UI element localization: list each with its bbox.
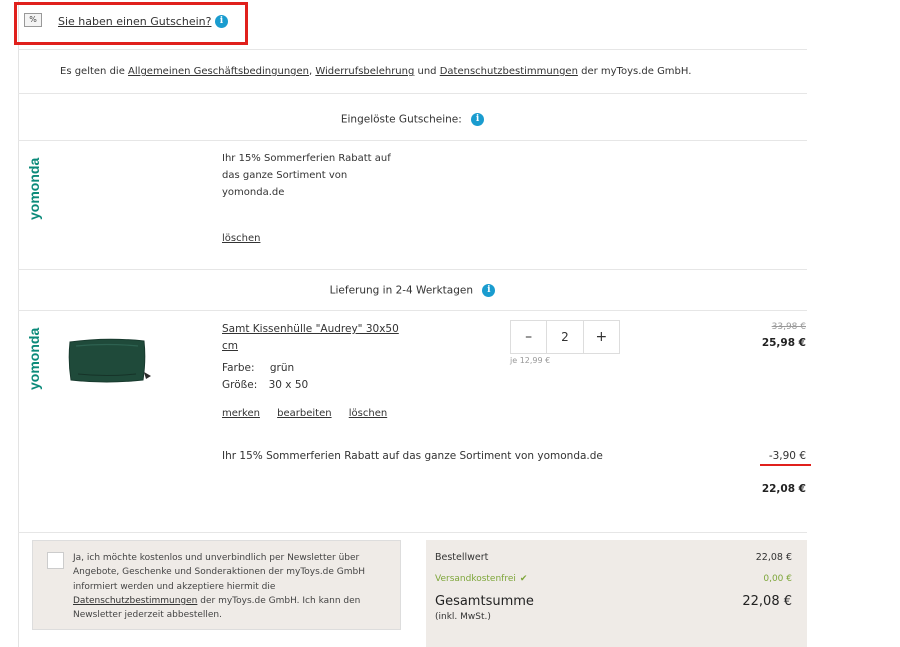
redeemed-title-text: Eingelöste Gutscheine:	[340, 113, 462, 126]
product-color: Farbe: grün	[222, 362, 294, 374]
color-label: Farbe:	[222, 362, 255, 374]
svg-text:yomonda: yomonda	[26, 158, 42, 220]
vat-note: (inkl. MwSt.)	[435, 612, 491, 622]
delivery-title-text: Lieferung in 2-4 Werktagen	[329, 284, 474, 297]
discount-description: Ihr 15% Sommerferien Rabatt auf das ganz…	[222, 450, 603, 462]
newsletter-optin: Ja, ich möchte kostenlos und unverbindli…	[32, 540, 401, 630]
shipping-value: 0,00 €	[763, 574, 792, 584]
checkmark-icon: ✔	[519, 574, 528, 584]
brand-logo-yomonda: yomonda	[22, 322, 46, 392]
delete-voucher-link[interactable]: löschen	[222, 233, 260, 244]
divider	[18, 532, 807, 533]
quantity-stepper: – 2 +	[510, 320, 620, 354]
widerruf-link[interactable]: Widerrufsbelehrung	[315, 66, 414, 77]
redeemed-vouchers-title: Eingelöste Gutscheine: i	[18, 113, 807, 126]
qty-value[interactable]: 2	[546, 321, 584, 353]
discount-amount: -3,90 €	[768, 450, 806, 462]
unit-price: je 12,99 €	[510, 356, 551, 365]
item-subtotal: 22,08 €	[761, 483, 806, 495]
size-label: Größe:	[222, 379, 258, 391]
divider	[18, 140, 807, 141]
old-price: 33,98 €	[771, 322, 806, 332]
promo-line: Ihr 15% Sommerferien Rabatt auf	[222, 153, 391, 164]
info-icon[interactable]: i	[482, 284, 496, 297]
svg-text:yomonda: yomonda	[26, 328, 42, 390]
promo-description: Ihr 15% Sommerferien Rabatt auf das ganz…	[222, 150, 391, 201]
voucher-link[interactable]: Sie haben einen Gutschein?	[58, 15, 211, 28]
info-icon[interactable]: i	[215, 15, 228, 28]
total-row: Gesamtsumme 22,08 €	[435, 594, 792, 609]
product-actions: merken bearbeiten löschen	[222, 408, 401, 419]
info-icon[interactable]: i	[471, 113, 485, 126]
agb-link[interactable]: Allgemeinen Geschäftsbedingungen	[128, 66, 309, 77]
total-label: Gesamtsumme	[435, 594, 534, 609]
divider	[18, 310, 807, 311]
datenschutz-link[interactable]: Datenschutzbestimmungen	[440, 66, 578, 77]
order-summary: Bestellwert 22,08 € Versandkostenfrei ✔ 0…	[426, 540, 807, 647]
product-size: Größe: 30 x 50	[222, 379, 308, 391]
divider	[18, 49, 807, 50]
terms-suffix: der myToys.de GmbH.	[577, 66, 692, 77]
qty-minus-button[interactable]: –	[511, 321, 546, 353]
left-border	[18, 0, 19, 647]
delivery-title: Lieferung in 2-4 Werktagen i	[18, 284, 807, 297]
promo-line: yomonda.de	[222, 187, 285, 198]
shipping-label-text: Versandkostenfrei	[435, 574, 516, 584]
brand-logo-yomonda: yomonda	[22, 152, 46, 222]
newsletter-text-before: Ja, ich möchte kostenlos und unverbindli…	[73, 553, 366, 592]
newsletter-datenschutz-link[interactable]: Datenschutzbestimmungen	[73, 596, 197, 606]
new-price: 25,98 €	[761, 337, 806, 349]
newsletter-checkbox[interactable]	[47, 552, 64, 569]
vat-note-row: (inkl. MwSt.)	[435, 612, 792, 622]
order-value-label: Bestellwert	[435, 552, 489, 563]
divider	[18, 269, 807, 270]
shipping-label: Versandkostenfrei ✔	[435, 574, 527, 584]
shipping-row: Versandkostenfrei ✔ 0,00 €	[435, 574, 792, 584]
product-name-link[interactable]: Samt Kissenhülle "Audrey" 30x50 cm	[222, 321, 402, 355]
terms-separator: und	[414, 66, 440, 77]
order-value: 22,08 €	[755, 552, 792, 563]
order-value-row: Bestellwert 22,08 €	[435, 552, 792, 563]
divider	[18, 93, 807, 94]
terms-notice: Es gelten die Allgemeinen Geschäftsbedin…	[60, 66, 691, 77]
total-value: 22,08 €	[742, 594, 792, 609]
size-value: 30 x 50	[268, 379, 309, 391]
newsletter-text: Ja, ich möchte kostenlos und unverbindli…	[73, 551, 373, 622]
terms-prefix: Es gelten die	[60, 66, 129, 77]
discount-underline	[760, 464, 811, 466]
percent-voucher-icon: %	[24, 13, 42, 27]
qty-plus-button[interactable]: +	[584, 321, 619, 353]
delete-product-link[interactable]: löschen	[349, 408, 387, 419]
edit-link[interactable]: bearbeiten	[277, 408, 331, 419]
promo-line: das ganze Sortiment von	[222, 170, 348, 181]
remember-link[interactable]: merken	[222, 408, 260, 419]
product-image[interactable]	[66, 336, 156, 386]
color-value: grün	[269, 362, 295, 374]
